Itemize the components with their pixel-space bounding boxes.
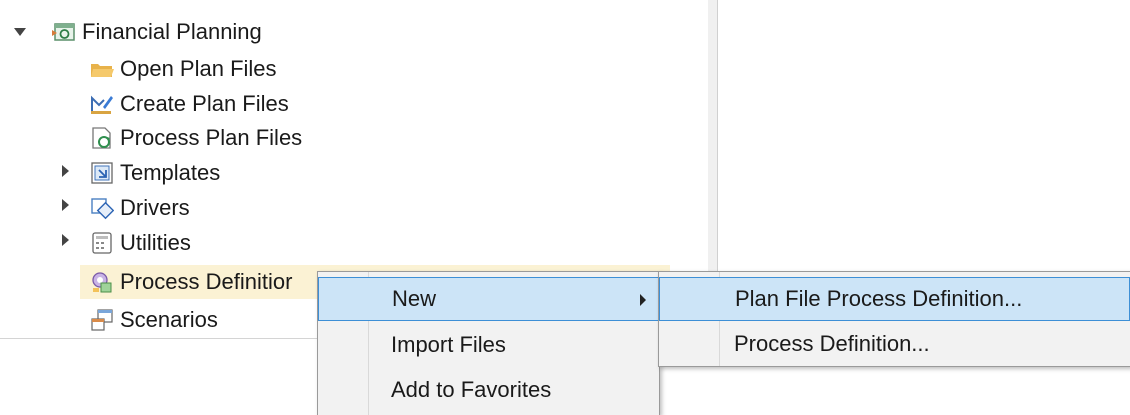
expand-arrow-icon[interactable] — [62, 234, 69, 246]
process-plan-icon — [90, 126, 114, 150]
tree-item-label: Utilities — [120, 229, 191, 255]
utilities-icon — [90, 231, 114, 255]
menu-item-add-to-favorites[interactable]: Add to Favorites — [318, 368, 659, 412]
menu-item-label: New — [392, 286, 437, 311]
tree-item-process-plan-files[interactable]: Process Plan Files — [90, 120, 302, 155]
tree-item-label: Open Plan Files — [120, 55, 277, 81]
process-definition-icon — [90, 270, 114, 294]
tree-item-create-plan-files[interactable]: Create Plan Files — [90, 86, 289, 121]
submenu-arrow-icon — [640, 294, 646, 306]
menu-item-label: Plan File Process Definition... — [735, 286, 1023, 311]
folder-open-icon — [90, 57, 114, 81]
menu-item-label: Add to Favorites — [391, 377, 552, 402]
tree-item-label: Process Definitior — [120, 268, 293, 294]
menu-item-import-files[interactable]: Import Files — [318, 323, 659, 367]
menu-item-plan-file-process-definition[interactable]: Plan File Process Definition... — [659, 277, 1130, 321]
tree-item-scenarios[interactable]: Scenarios — [90, 302, 218, 337]
menu-item-new[interactable]: New — [318, 277, 659, 321]
tree-item-open-plan-files[interactable]: Open Plan Files — [90, 51, 277, 86]
financial-planning-icon — [52, 20, 76, 44]
tree-item-label: Templates — [120, 159, 221, 185]
tree-item-label: Drivers — [120, 194, 190, 220]
tree-item-process-definitions[interactable]: Process Definitior — [90, 264, 292, 299]
tree-item-label: Process Plan Files — [120, 124, 303, 150]
scenarios-icon — [90, 308, 114, 332]
tree-item-financial-planning[interactable]: Financial Planning — [52, 14, 262, 49]
drivers-icon — [90, 196, 115, 220]
tree-item-templates[interactable]: Templates — [90, 155, 220, 190]
context-menu: New Import Files Add to Favorites — [317, 271, 660, 415]
collapse-arrow-icon[interactable] — [14, 28, 26, 36]
tree-item-drivers[interactable]: Drivers — [90, 190, 190, 225]
tree-item-label: Create Plan Files — [120, 90, 289, 116]
expand-arrow-icon[interactable] — [62, 165, 69, 177]
tree-item-label: Scenarios — [120, 306, 218, 332]
tree-item-label: Financial Planning — [82, 18, 262, 44]
create-plan-icon — [90, 92, 114, 116]
submenu: Plan File Process Definition... Process … — [658, 271, 1130, 367]
menu-item-label: Process Definition... — [734, 331, 930, 356]
templates-icon — [90, 161, 114, 185]
menu-item-process-definition[interactable]: Process Definition... — [659, 322, 1130, 366]
expand-arrow-icon[interactable] — [62, 199, 69, 211]
tree-item-utilities[interactable]: Utilities — [90, 225, 191, 260]
menu-item-label: Import Files — [391, 332, 506, 357]
